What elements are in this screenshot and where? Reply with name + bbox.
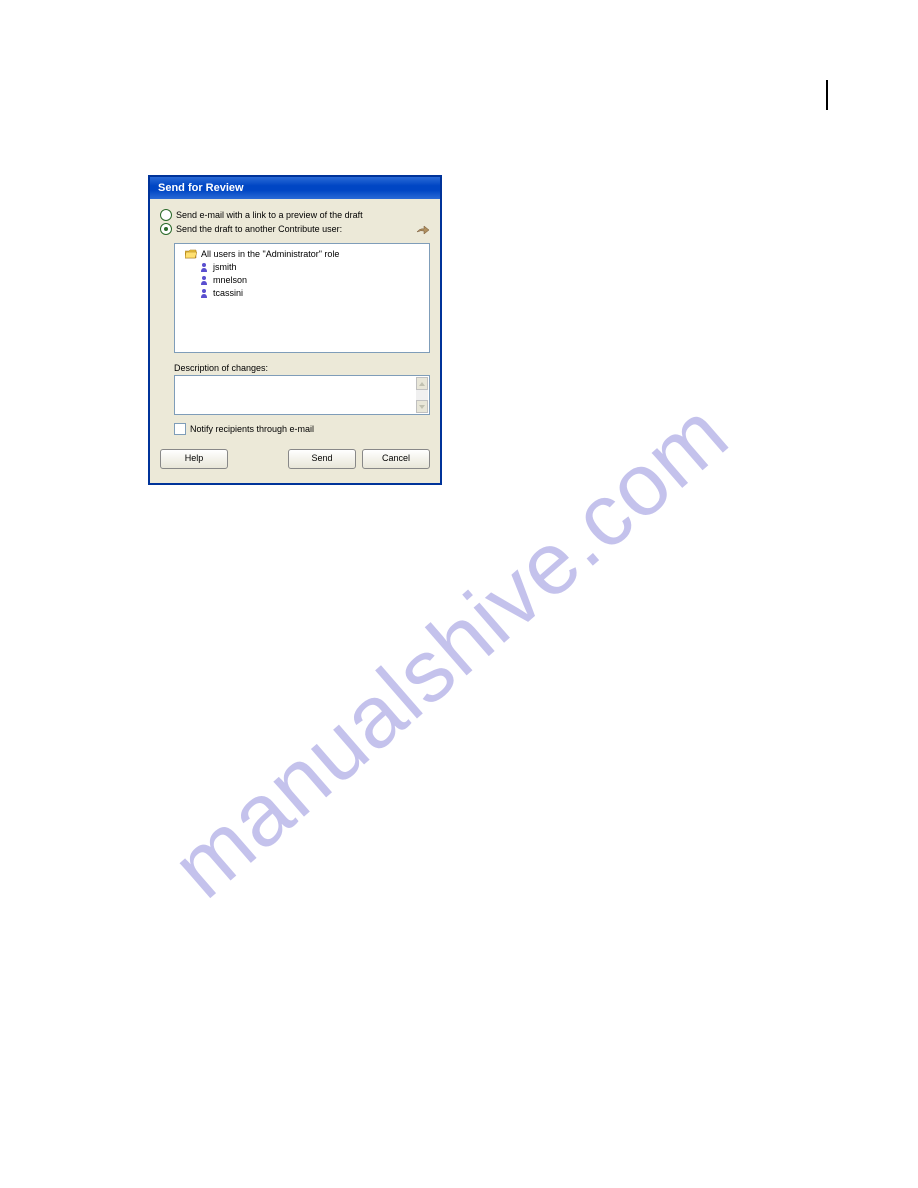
radio-send-email-label: Send e-mail with a link to a preview of …: [176, 210, 363, 220]
checkbox-unchecked-icon: [174, 423, 186, 435]
user-item-jsmith[interactable]: jsmith: [179, 261, 425, 273]
radio-selected-dot: [164, 227, 168, 231]
send-button[interactable]: Send: [288, 449, 356, 469]
watermark-text: manualshive.com: [0, 156, 918, 1144]
button-group-right: Send Cancel: [288, 449, 430, 469]
radio-send-draft-user[interactable]: Send the draft to another Contribute use…: [160, 223, 342, 235]
button-row: Help Send Cancel: [160, 449, 430, 473]
user-item-label: tcassini: [213, 288, 243, 298]
user-item-tcassini[interactable]: tcassini: [179, 287, 425, 299]
forward-arrow-icon[interactable]: [416, 224, 430, 236]
radio-unselected-icon: [160, 209, 172, 221]
scroll-up-icon[interactable]: [416, 377, 428, 390]
person-icon: [199, 288, 209, 298]
dialog-body: Send e-mail with a link to a preview of …: [150, 199, 440, 483]
description-label: Description of changes:: [174, 363, 430, 373]
notify-checkbox-row[interactable]: Notify recipients through e-mail: [174, 423, 430, 435]
folder-icon: [185, 249, 197, 259]
user-item-label: mnelson: [213, 275, 247, 285]
text-cursor-mark: [826, 80, 828, 110]
cancel-button[interactable]: Cancel: [362, 449, 430, 469]
dialog-titlebar[interactable]: Send for Review: [150, 177, 440, 199]
radio-send-draft-row: Send the draft to another Contribute use…: [160, 223, 430, 237]
description-scrollbar[interactable]: [416, 377, 428, 413]
user-group-label: All users in the "Administrator" role: [201, 249, 339, 259]
send-for-review-dialog: Send for Review Send e-mail with a link …: [148, 175, 442, 485]
radio-send-draft-label: Send the draft to another Contribute use…: [176, 224, 342, 234]
radio-send-email-preview[interactable]: Send e-mail with a link to a preview of …: [160, 209, 430, 221]
scroll-down-icon[interactable]: [416, 400, 428, 413]
description-textarea[interactable]: [174, 375, 430, 415]
radio-selected-icon: [160, 223, 172, 235]
user-list-box[interactable]: All users in the "Administrator" role js…: [174, 243, 430, 353]
person-icon: [199, 275, 209, 285]
help-button[interactable]: Help: [160, 449, 228, 469]
person-icon: [199, 262, 209, 272]
dialog-title: Send for Review: [158, 182, 244, 194]
user-group-row[interactable]: All users in the "Administrator" role: [179, 248, 425, 260]
user-item-label: jsmith: [213, 262, 237, 272]
notify-label: Notify recipients through e-mail: [190, 424, 314, 434]
user-item-mnelson[interactable]: mnelson: [179, 274, 425, 286]
